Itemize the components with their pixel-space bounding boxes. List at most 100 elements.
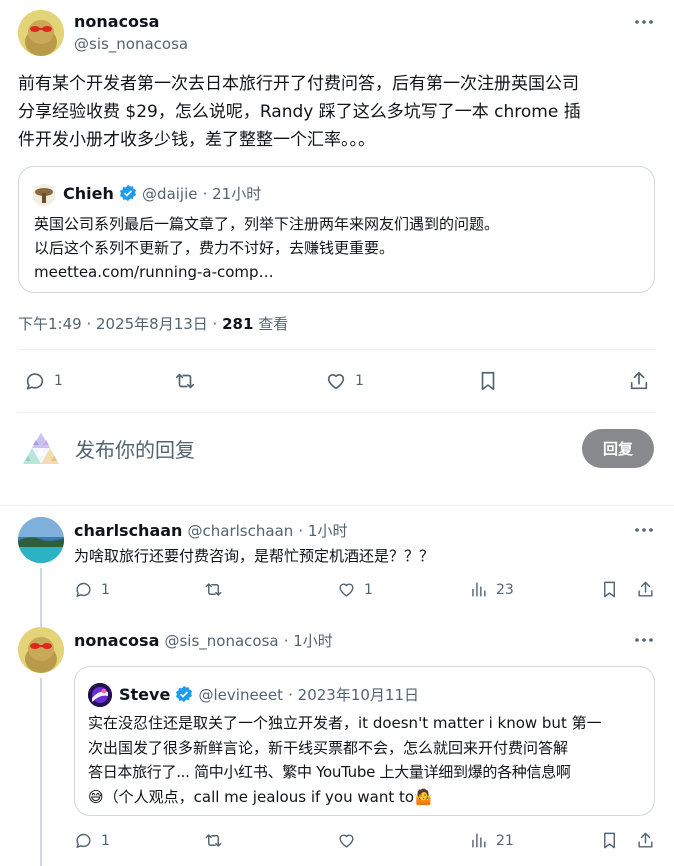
quote2-text: 实在没忍住还是取关了一个独立开发者，it doesn't matter i kn… (88, 711, 648, 809)
retweet-button[interactable] (174, 370, 196, 392)
reply-icon (26, 373, 44, 390)
bookmark-button[interactable] (477, 370, 499, 392)
quote2-author-avatar (88, 683, 112, 707)
reply-count: 1 (101, 581, 110, 598)
reply-button[interactable]: 1 (74, 831, 110, 850)
reply1-time[interactable]: · 1小时 (298, 522, 347, 540)
quote2-author-line: Steve @levineeet · 2023年10月11日 (119, 684, 419, 705)
bookmark-icon (604, 832, 615, 849)
reply2-author-name[interactable]: nonacosa (74, 631, 159, 650)
reply2-header: nonacosa @sis_nonacosa · 1小时 (74, 630, 333, 651)
tweet-timestamp[interactable]: 下午1:49 · 2025年8月13日 · (18, 315, 222, 333)
quote-author-line: Chieh @daijie · 21小时 (63, 183, 261, 204)
sweat-smile-emoji: 😅 (88, 787, 104, 806)
quote-text: 英国公司系列最后一篇文章了，列举下注册两年来网友们遇到的问题。 以后这个系列不更… (34, 212, 499, 284)
reply-button[interactable]: 1 (24, 370, 63, 392)
reply2-time[interactable]: · 1小时 (284, 632, 333, 650)
more-icon[interactable] (632, 12, 656, 32)
main-author-name[interactable]: nonacosa (74, 12, 159, 31)
verified-icon (176, 685, 193, 703)
views-button[interactable]: 21 (469, 831, 514, 850)
like-icon (339, 834, 354, 848)
reply-button[interactable]: 1 (74, 580, 110, 599)
reply-icon (76, 833, 91, 848)
views-icon (472, 833, 486, 848)
bookmark-icon (481, 371, 495, 391)
reply-submit-button[interactable]: 回复 (582, 429, 654, 468)
reply1-author-handle[interactable]: @charlschaan (188, 522, 294, 540)
section-divider (0, 505, 674, 506)
like-count: 1 (364, 581, 373, 598)
quote2-line-4: 😅（个人观点，call me jealous if you want to🤷 (88, 785, 648, 810)
reply1-header: charlschaan @charlschaan · 1小时 (74, 520, 347, 541)
reply1-text: 为啥取旅行还要付费咨询，是帮忙预定机酒还是？？？ (74, 547, 435, 565)
quote-time: · 21小时 (202, 185, 262, 203)
reply-icon (76, 582, 91, 597)
divider (18, 412, 656, 413)
quote2-author-name: Steve (119, 685, 171, 704)
bookmark-icon (604, 581, 615, 598)
thread-line (40, 568, 42, 628)
like-icon (327, 374, 345, 390)
share-icon (638, 581, 653, 597)
views-count: 23 (496, 581, 514, 598)
share-button[interactable] (636, 831, 655, 850)
main-text-line-1: 前有某个开发者第一次去日本旅行开了付费问答，后有第一次注册英国公司 (18, 74, 579, 94)
bookmark-button[interactable] (600, 831, 619, 850)
main-text-line-2: 分享经验收费 $29，怎么说呢，Randy 踩了这么多坑写了一本 chrome … (18, 102, 581, 122)
quote2-line-1: 实在没忍住还是取关了一个独立开发者，it doesn't matter i kn… (88, 714, 602, 732)
like-count: 1 (355, 373, 364, 389)
like-button[interactable]: 1 (325, 370, 364, 392)
quote-link[interactable]: meettea.com/running-a-comp… (34, 260, 499, 284)
reply2-author-handle[interactable]: @sis_nonacosa (164, 632, 278, 650)
reply-input[interactable]: 发布你的回复 (75, 434, 195, 463)
reply1-author-name[interactable]: charlschaan (74, 521, 182, 540)
retweet-icon (205, 583, 222, 596)
retweet-button[interactable] (204, 580, 223, 599)
bookmark-button[interactable] (600, 580, 619, 599)
quote-author-name: Chieh (63, 184, 114, 203)
verified-icon (119, 184, 136, 202)
share-icon (630, 371, 648, 390)
main-author-handle[interactable]: @sis_nonacosa (74, 35, 188, 53)
retweet-icon (175, 373, 195, 389)
views-count: 21 (496, 832, 514, 849)
quote-line-2: 以后这个系列不更新了，费力不讨好，去赚钱更重要。 (34, 239, 395, 257)
main-text-line-3: 件开发小册才收多少钱，差了整整一个汇率。。。 (18, 130, 375, 150)
main-tweet-text: 前有某个开发者第一次去日本旅行开了付费问答，后有第一次注册英国公司 分享经验收费… (18, 70, 658, 154)
main-author-avatar[interactable] (18, 10, 64, 56)
share-button[interactable] (636, 580, 655, 599)
tweet-metadata: 下午1:49 · 2025年8月13日 · 281 查看 (18, 313, 288, 334)
quote2-line-2: 次出国发了很多新鲜言论，新干线买票都不会，怎么就回来开付费问答解 (88, 738, 569, 757)
reply2-author-avatar[interactable] (18, 627, 64, 673)
reply1-author-avatar[interactable] (18, 517, 64, 563)
retweet-icon (205, 834, 222, 847)
quote2-time: · 2023年10月11日 (288, 686, 419, 704)
quote-line-1: 英国公司系列最后一篇文章了，列举下注册两年来网友们遇到的问题。 (34, 215, 500, 233)
views-button[interactable]: 23 (469, 580, 514, 599)
divider (18, 349, 656, 350)
reply-count: 1 (101, 832, 110, 849)
quote2-author-handle: @levineeet (198, 686, 284, 704)
share-button[interactable] (628, 370, 650, 392)
more-icon[interactable] (632, 630, 656, 650)
reply-count: 1 (54, 373, 63, 389)
like-button[interactable]: 1 (337, 580, 373, 599)
retweet-button[interactable] (204, 831, 223, 850)
reply-submit-label: 回复 (602, 440, 633, 458)
more-icon[interactable] (632, 520, 656, 540)
quoted-tweet-card[interactable]: Steve @levineeet · 2023年10月11日 实在没忍住还是取关… (74, 666, 655, 816)
views-icon (472, 582, 486, 597)
quote2-line-3: 答日本旅行了... 简中小红书、繁中 YouTube 上大量详细到爆的各种信息啊 (88, 763, 571, 781)
quote-author-avatar (33, 184, 55, 206)
quote2-line-4-text: （个人观点，call me jealous if you want to (103, 787, 415, 806)
composer-avatar (20, 428, 62, 470)
views-label: 查看 (253, 315, 289, 333)
quote-author-handle: @daijie (142, 185, 198, 203)
quoted-tweet-card[interactable]: Chieh @daijie · 21小时 英国公司系列最后一篇文章了，列举下注册… (18, 166, 655, 293)
share-icon (638, 832, 653, 848)
thread-line (40, 678, 42, 866)
like-icon (339, 583, 354, 597)
views-count: 281 (222, 315, 254, 333)
like-button[interactable] (337, 831, 356, 850)
